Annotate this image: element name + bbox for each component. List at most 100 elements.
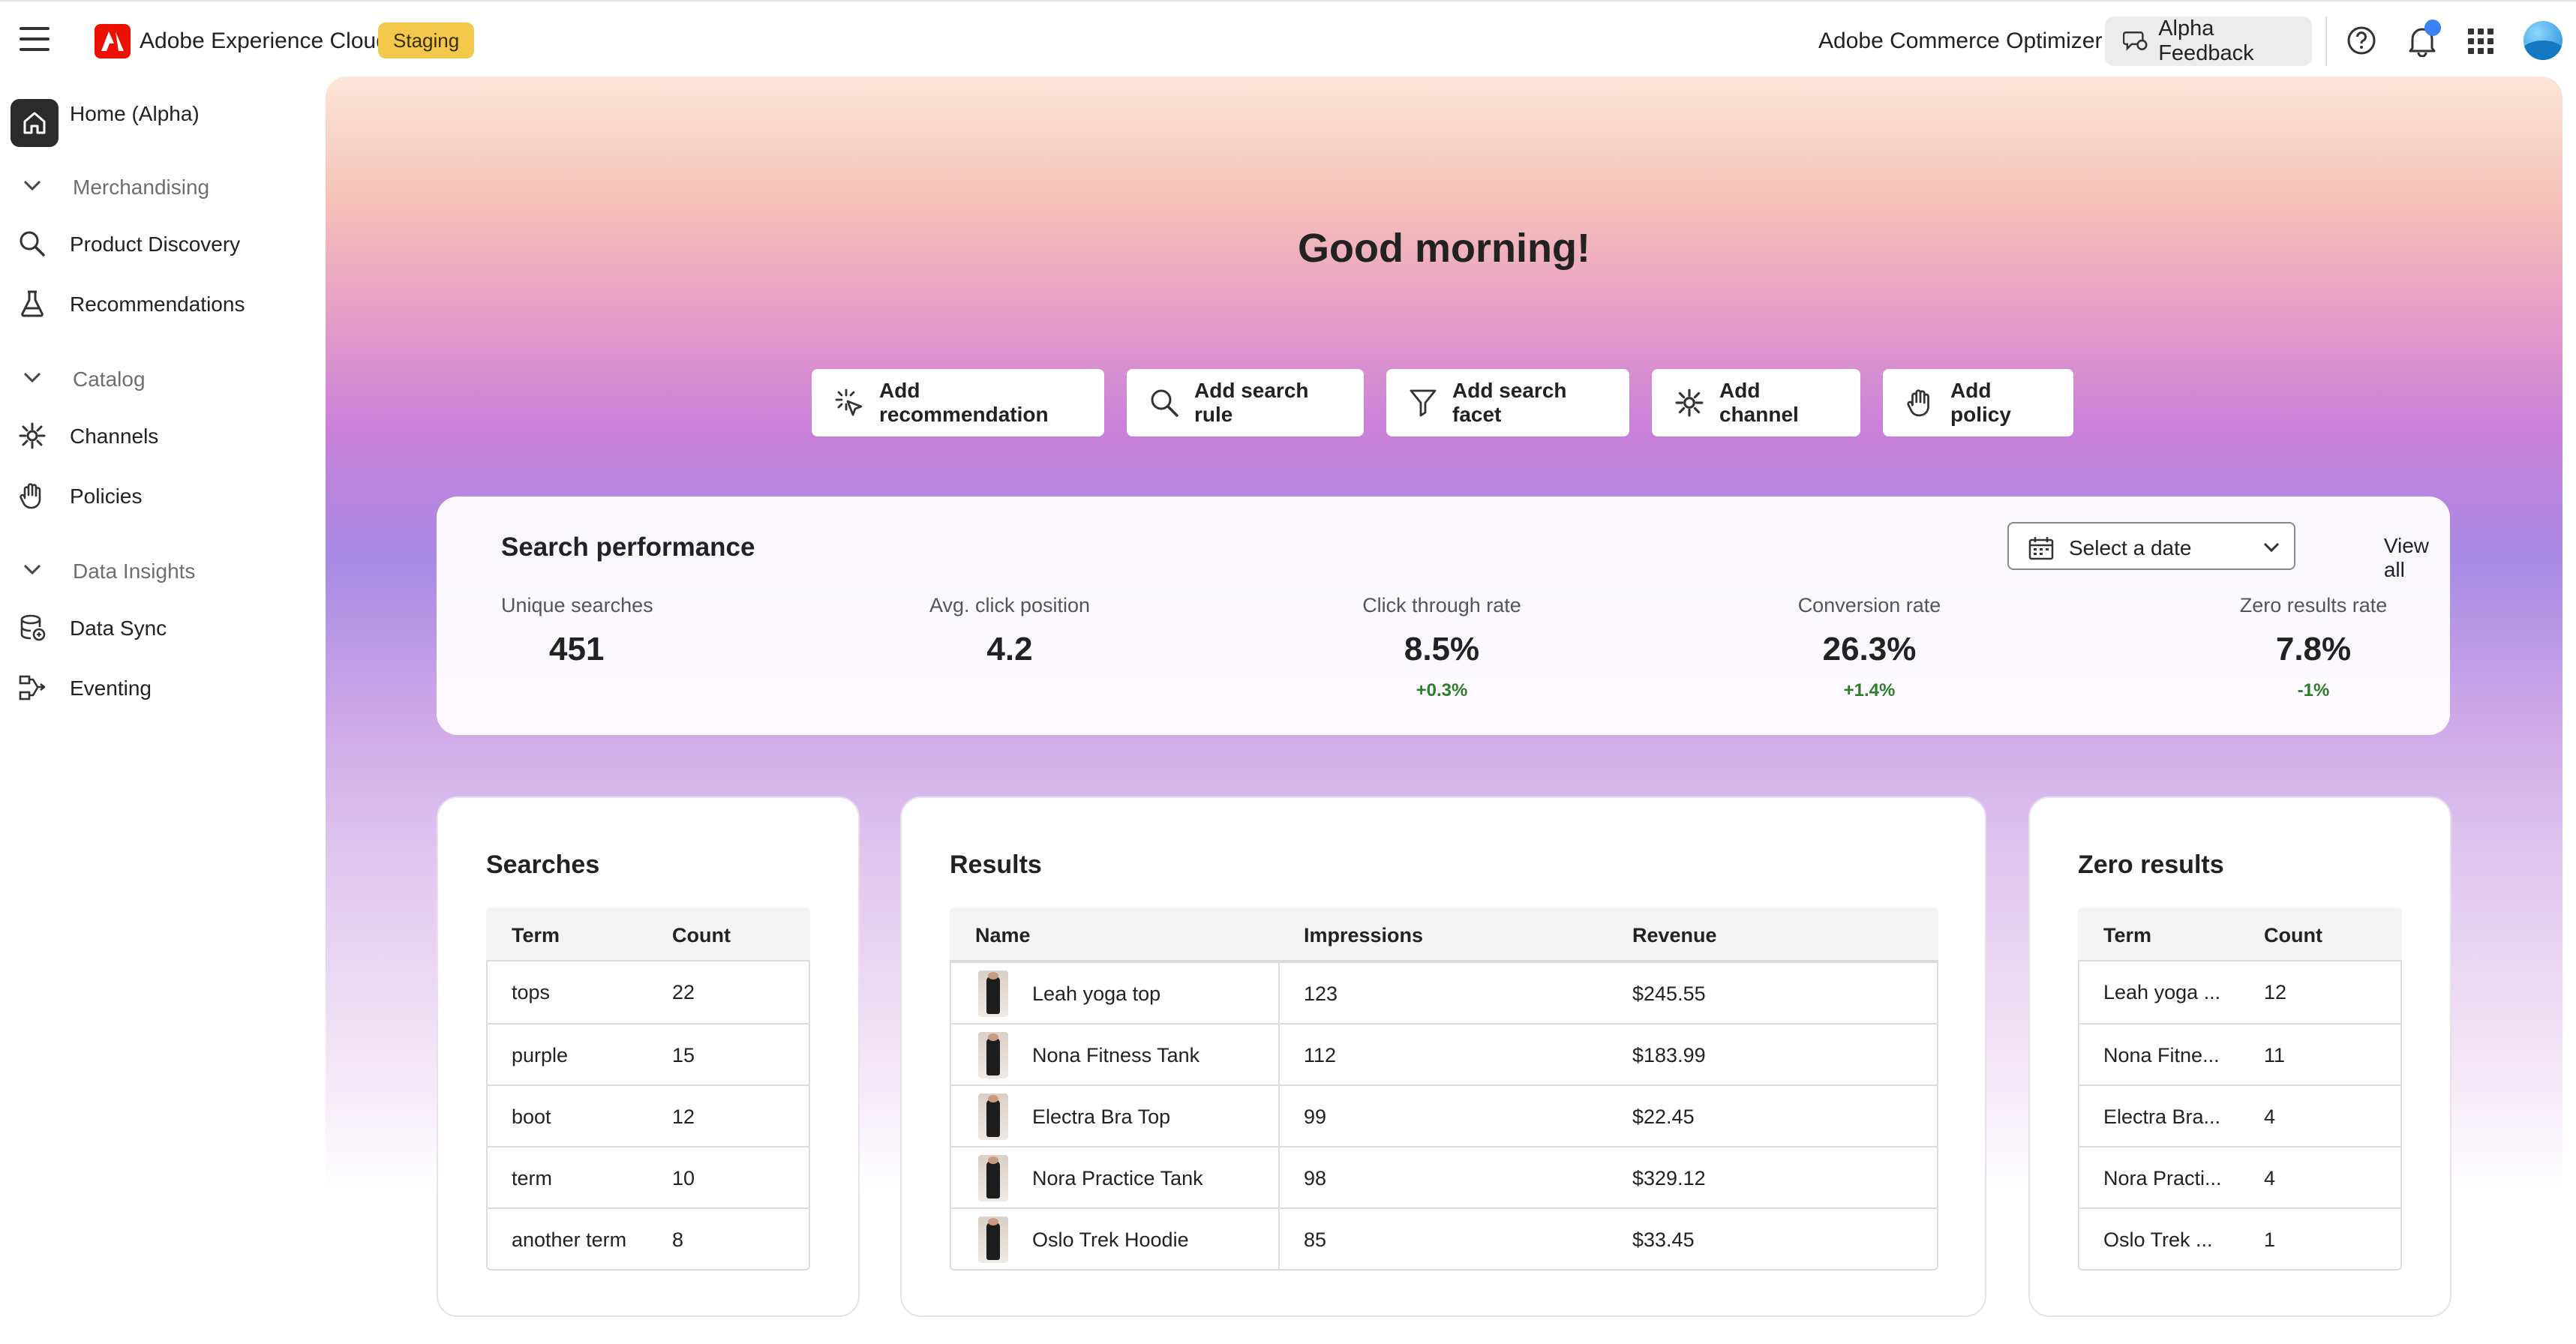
- flask-icon: [21, 290, 44, 317]
- adobe-logo[interactable]: [95, 24, 131, 58]
- table-cell: Nona Fitne...: [2103, 1044, 2220, 1066]
- add-recommendation-button[interactable]: Add recommendation: [812, 369, 1104, 436]
- table-cell: 99: [1304, 1106, 1327, 1128]
- table-cell: $22.45: [1632, 1106, 1695, 1128]
- table-cell: Nora Practice Tank: [1032, 1167, 1203, 1190]
- page-greeting: Good morning!: [1298, 226, 1590, 271]
- table-cell: another term: [512, 1228, 627, 1251]
- add-channel-button[interactable]: Add channel: [1652, 369, 1860, 436]
- metric-label: Conversion rate: [1797, 594, 1941, 616]
- search-icon: [1151, 389, 1178, 417]
- metric-label: Click through rate: [1362, 594, 1521, 616]
- table-cell: term: [512, 1167, 552, 1190]
- date-picker-value: Select a date: [2069, 536, 2192, 560]
- sidebar-item-data-sync[interactable]: Data Sync: [0, 603, 315, 651]
- column-header-impressions[interactable]: Impressions: [1304, 924, 1423, 947]
- table-cell: 15: [672, 1044, 695, 1066]
- table-row[interactable]: Electra Bra... 4: [2079, 1084, 2400, 1146]
- table-cell: Nona Fitness Tank: [1032, 1044, 1200, 1066]
- table-cell: 112: [1304, 1044, 1337, 1066]
- column-header-count[interactable]: Count: [2264, 924, 2322, 947]
- table-header: Name Impressions Revenue: [950, 908, 1938, 960]
- sidebar-section-label: Catalog: [73, 368, 146, 391]
- metric-value: 7.8%: [2275, 631, 2352, 668]
- table-body: Leah yoga top 123 $245.55 Nona Fitness Tan…: [950, 960, 1938, 1270]
- help-icon[interactable]: [2346, 26, 2376, 56]
- table-row[interactable]: Nora Practice Tank 98 $329.12: [951, 1146, 1937, 1208]
- card-title: Search performance: [501, 532, 755, 562]
- table-body: tops 22 purple 15 boot 12 term 10 another te…: [486, 960, 810, 1270]
- sidebar-item-channels[interactable]: Channels: [0, 411, 315, 459]
- table-row[interactable]: Oslo Trek ... 1: [2079, 1208, 2400, 1269]
- alpha-feedback-button[interactable]: Alpha Feedback: [2105, 16, 2312, 66]
- brand-name[interactable]: Adobe Experience Cloud: [140, 28, 389, 54]
- date-picker[interactable]: Select a date: [2007, 522, 2295, 570]
- sidebar-item-label: Eventing: [70, 676, 152, 700]
- sidebar-item-label: Recommendations: [70, 292, 245, 316]
- table-row[interactable]: Leah yoga ... 12: [2079, 962, 2400, 1023]
- sidebar-item-label: Home (Alpha): [70, 102, 200, 125]
- user-avatar[interactable]: [2523, 21, 2562, 60]
- sidebar-section-catalog[interactable]: Catalog: [0, 356, 315, 400]
- table-row[interactable]: purple 15: [488, 1023, 809, 1084]
- table-row[interactable]: Electra Bra Top 99 $22.45: [951, 1084, 1937, 1146]
- header-divider: [2325, 16, 2327, 66]
- table-cell: 8: [672, 1228, 684, 1251]
- channels-icon: [19, 422, 46, 449]
- notification-badge: [2424, 20, 2441, 36]
- metric-label: Zero results rate: [2239, 594, 2388, 616]
- sidebar-item-eventing[interactable]: Eventing: [0, 663, 315, 711]
- table-row[interactable]: term 10: [488, 1146, 809, 1208]
- table-row[interactable]: Nora Practi... 4: [2079, 1146, 2400, 1208]
- sidebar-item-home[interactable]: Home (Alpha): [0, 88, 315, 147]
- hamburger-menu-icon[interactable]: [20, 27, 50, 54]
- add-search-rule-button[interactable]: Add search rule: [1127, 369, 1364, 436]
- table-cell: 10: [672, 1167, 695, 1190]
- zero-results-table: Term Count Leah yoga ... 12 Nona Fitne...…: [2078, 908, 2402, 1270]
- table-header: Term Count: [2078, 908, 2402, 960]
- add-policy-button[interactable]: Add policy: [1883, 369, 2073, 436]
- card-title: Searches: [486, 850, 600, 879]
- metric-value: 8.5%: [1404, 631, 1480, 668]
- product-switcher[interactable]: Adobe Commerce Optimizer: [1818, 28, 2102, 54]
- column-header-name[interactable]: Name: [975, 924, 1031, 947]
- table-row[interactable]: Oslo Trek Hoodie 85 $33.45: [951, 1208, 1937, 1269]
- metric-value: 4.2: [986, 631, 1033, 668]
- hand-icon: [20, 483, 41, 509]
- table-row[interactable]: boot 12: [488, 1084, 809, 1146]
- results-card: Results Name Impressions Revenue Leah yo…: [900, 796, 1986, 1317]
- table-cell: Leah yoga top: [1032, 982, 1161, 1005]
- quick-action-label: Add recommendation: [879, 379, 1049, 426]
- column-header-term[interactable]: Term: [2103, 924, 2151, 947]
- app-switcher-icon[interactable]: [2468, 28, 2493, 54]
- table-row[interactable]: Nona Fitness Tank 112 $183.99: [951, 1023, 1937, 1084]
- quick-action-label: Add search facet: [1452, 379, 1567, 426]
- sidebar-item-recommendations[interactable]: Recommendations: [0, 279, 315, 327]
- table-cell: 22: [672, 981, 695, 1004]
- table-row[interactable]: another term 8: [488, 1208, 809, 1269]
- table-row[interactable]: Nona Fitne... 11: [2079, 1023, 2400, 1084]
- table-cell: purple: [512, 1044, 569, 1066]
- table-cell: tops: [512, 981, 551, 1004]
- sidebar-item-policies[interactable]: Policies: [0, 471, 315, 519]
- table-row[interactable]: tops 22: [488, 962, 809, 1023]
- sidebar-section-data-insights[interactable]: Data Insights: [0, 548, 315, 592]
- sidebar-section-label: Data Insights: [73, 560, 196, 583]
- column-header-revenue[interactable]: Revenue: [1632, 924, 1717, 947]
- search-performance-card: Search performance Select a date View al…: [437, 496, 2450, 735]
- card-title: Zero results: [2078, 850, 2224, 879]
- add-search-facet-button[interactable]: Add search facet: [1386, 369, 1629, 436]
- table-row[interactable]: Leah yoga top 123 $245.55: [951, 962, 1937, 1023]
- metric-value: 26.3%: [1822, 631, 1917, 668]
- view-all-link[interactable]: View all: [2384, 534, 2429, 582]
- sidebar-section-merchandising[interactable]: Merchandising: [0, 164, 315, 208]
- sidebar-section-label: Merchandising: [73, 176, 210, 199]
- product-thumbnail: [978, 1155, 1008, 1202]
- search-icon: [20, 231, 45, 256]
- column-header-term[interactable]: Term: [512, 924, 560, 947]
- column-header-count[interactable]: Count: [672, 924, 731, 947]
- chevron-down-icon: [23, 180, 41, 191]
- quick-actions: Add recommendation Add search rule Add s…: [326, 369, 2562, 436]
- sidebar-item-product-discovery[interactable]: Product Discovery: [0, 219, 315, 267]
- table-cell: Electra Bra Top: [1032, 1106, 1171, 1128]
